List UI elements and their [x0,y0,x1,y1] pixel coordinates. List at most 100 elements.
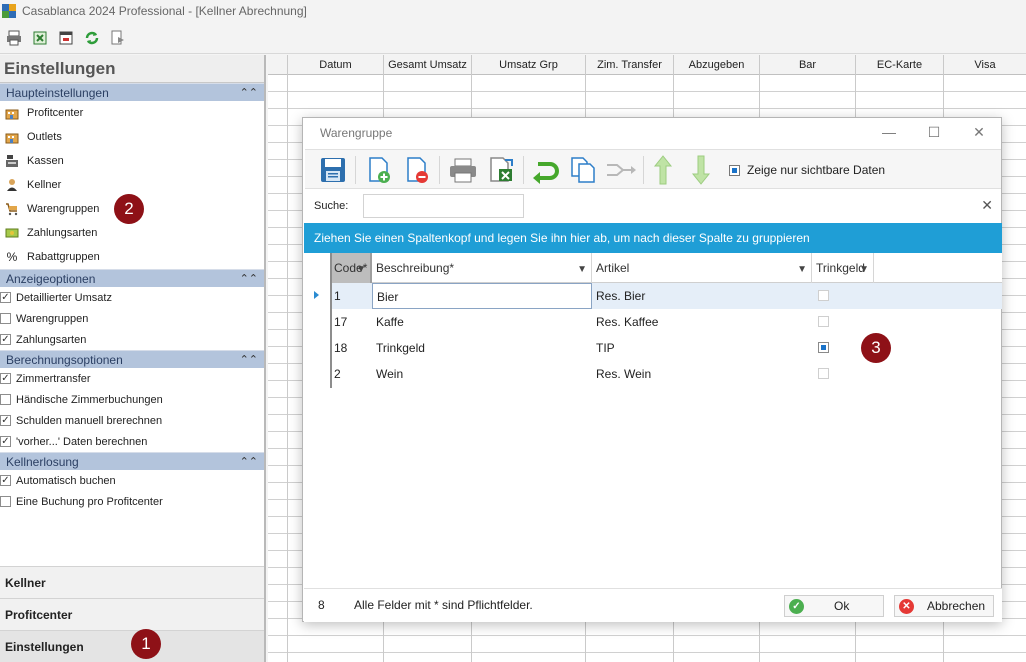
export-excel-icon[interactable] [485,153,517,187]
column-header-artikel[interactable]: Artikel ▼ [592,253,812,283]
trinkgeld-checkbox[interactable] [818,368,829,379]
delete-record-icon[interactable] [401,153,433,187]
column-header-abzugeben[interactable]: Abzugeben [674,55,760,75]
checkbox[interactable]: ✓ [0,334,11,345]
group-anzeigeoptionen[interactable]: Anzeigeoptionen ⌃⌃ [0,269,264,287]
tab-profitcenter[interactable]: Profitcenter [0,598,264,630]
option-zahlungsarten[interactable]: ✓ Zahlungsarten [0,329,264,350]
checkbox[interactable]: ✓ [0,436,11,447]
checkbox[interactable] [0,496,11,507]
column-header-zim-transfer[interactable]: Zim. Transfer [586,55,674,75]
refresh-icon[interactable] [82,28,102,48]
table-row[interactable]: 1 Bier Res. Bier [314,283,1002,309]
export-excel-icon[interactable] [30,28,50,48]
filter-icon[interactable]: ▼ [797,255,807,285]
cell-beschreibung[interactable]: Wein [372,361,592,387]
cell-artikel[interactable]: Res. Kaffee [592,309,812,335]
checkbox[interactable] [0,394,11,405]
nav-item-zahlungsarten[interactable]: Zahlungsarten [0,221,264,245]
checkbox[interactable]: ✓ [0,475,11,486]
merge-icon[interactable] [605,153,637,187]
trinkgeld-checkbox[interactable] [818,316,829,327]
option-automatisch-buchen[interactable]: ✓ Automatisch buchen [0,470,264,491]
ok-button[interactable]: ✓ Ok [784,595,884,617]
filter-icon[interactable]: ▼ [356,255,366,285]
filter-icon[interactable]: ▼ [859,255,869,285]
table-row[interactable]: 2 Wein Res. Wein [330,361,1002,387]
save-icon[interactable] [317,153,349,187]
show-visible-only-toggle[interactable]: Zeige nur sichtbare Daten [729,163,885,177]
search-input[interactable] [363,194,524,218]
new-record-icon[interactable] [363,153,395,187]
checkbox[interactable] [0,313,11,324]
window-icon[interactable] [56,28,76,48]
option-eine-buchung-pro-profitcenter[interactable]: Eine Buchung pro Profitcenter [0,491,264,512]
tab-kellner[interactable]: Kellner [0,566,264,598]
column-header-beschreibung[interactable]: Beschreibung* ▼ [372,253,592,283]
trinkgeld-checkbox[interactable] [818,342,829,353]
trinkgeld-checkbox[interactable] [818,290,829,301]
nav-item-rabattgruppen[interactable]: % Rabattgruppen [0,245,264,269]
cell-code[interactable]: 17 [330,309,372,335]
cell-artikel[interactable]: TIP [592,335,812,361]
option-haendische-zimmerbuchungen[interactable]: Händische Zimmerbuchungen [0,389,264,410]
checkbox[interactable]: ✓ [0,373,11,384]
group-berechnungsoptionen[interactable]: Berechnungsoptionen ⌃⌃ [0,350,264,368]
cell-artikel[interactable]: Res. Wein [592,361,812,387]
option-vorher-daten[interactable]: ✓ 'vorher...' Daten berechnen [0,431,264,452]
clear-search-icon[interactable]: ✕ [981,197,993,214]
option-schulden-manuell[interactable]: ✓ Schulden manuell brerechnen [0,410,264,431]
building-icon [4,105,20,121]
copy-icon[interactable] [567,153,599,187]
collapse-icon[interactable]: ⌃⌃ [240,351,258,369]
column-header-umsatz-grp[interactable]: Umsatz Grp [472,55,586,75]
cell-beschreibung[interactable]: Bier [372,283,592,309]
cancel-button[interactable]: ✕ Abbrechen [894,595,994,617]
minimize-icon[interactable]: — [877,122,901,142]
column-header-bar[interactable]: Bar [760,55,856,75]
option-warengruppen[interactable]: Warengruppen [0,308,264,329]
callout-badge-2: 2 [114,194,144,224]
cell-code[interactable]: 1 [330,283,372,309]
option-detaillierter-umsatz[interactable]: ✓ Detaillierter Umsatz [0,287,264,308]
checkbox[interactable]: ✓ [0,292,11,303]
dialog-title: Warengruppe [320,126,393,140]
printer-icon[interactable] [4,28,24,48]
nav-item-warengruppen[interactable]: Warengruppen 2 [0,194,264,224]
column-header-datum[interactable]: Datum [288,55,384,75]
collapse-icon[interactable]: ⌃⌃ [240,270,258,288]
cart-icon [4,201,20,217]
column-header-ec-karte[interactable]: EC-Karte [856,55,944,75]
maximize-icon[interactable]: ☐ [922,122,946,142]
move-down-icon[interactable] [685,153,717,187]
column-header-code[interactable]: Code* ▼ [330,253,372,283]
cell-code[interactable]: 2 [330,361,372,387]
print-icon[interactable] [447,153,479,187]
option-label: Eine Buchung pro Profitcenter [16,495,163,508]
option-zimmertransfer[interactable]: ✓ Zimmertransfer [0,368,264,389]
close-icon[interactable]: ✕ [967,122,991,142]
nav-item-outlets[interactable]: Outlets [0,125,264,149]
table-row[interactable]: 18 Trinkgeld TIP 3 [330,333,1002,363]
cell-code[interactable]: 18 [330,335,372,361]
nav-item-profitcenter[interactable]: Profitcenter [0,101,264,125]
cell-beschreibung[interactable]: Trinkgeld [372,335,592,361]
checkbox[interactable] [729,164,740,176]
table-row[interactable]: 17 Kaffe Res. Kaffee [330,309,1002,335]
group-by-panel[interactable]: Ziehen Sie einen Spaltenkopf und legen S… [304,223,1002,253]
checkbox[interactable]: ✓ [0,415,11,426]
preview-icon[interactable] [108,28,128,48]
collapse-icon[interactable]: ⌃⌃ [240,453,258,471]
move-up-icon[interactable] [647,153,679,187]
group-kellnerlosung[interactable]: Kellnerlosung ⌃⌃ [0,452,264,470]
group-haupteinstellungen[interactable]: Haupteinstellungen ⌃⌃ [0,83,264,101]
column-header-gesamt-umsatz[interactable]: Gesamt Umsatz [384,55,472,75]
filter-icon[interactable]: ▼ [577,255,587,285]
collapse-icon[interactable]: ⌃⌃ [240,84,258,102]
undo-icon[interactable] [529,153,561,187]
column-header-trinkgeld[interactable]: Trinkgeld ▼ [812,253,874,283]
nav-item-kassen[interactable]: Kassen [0,149,264,173]
column-header-visa[interactable]: Visa [944,55,1026,75]
cell-beschreibung[interactable]: Kaffe [372,309,592,335]
cell-artikel[interactable]: Res. Bier [592,283,812,309]
